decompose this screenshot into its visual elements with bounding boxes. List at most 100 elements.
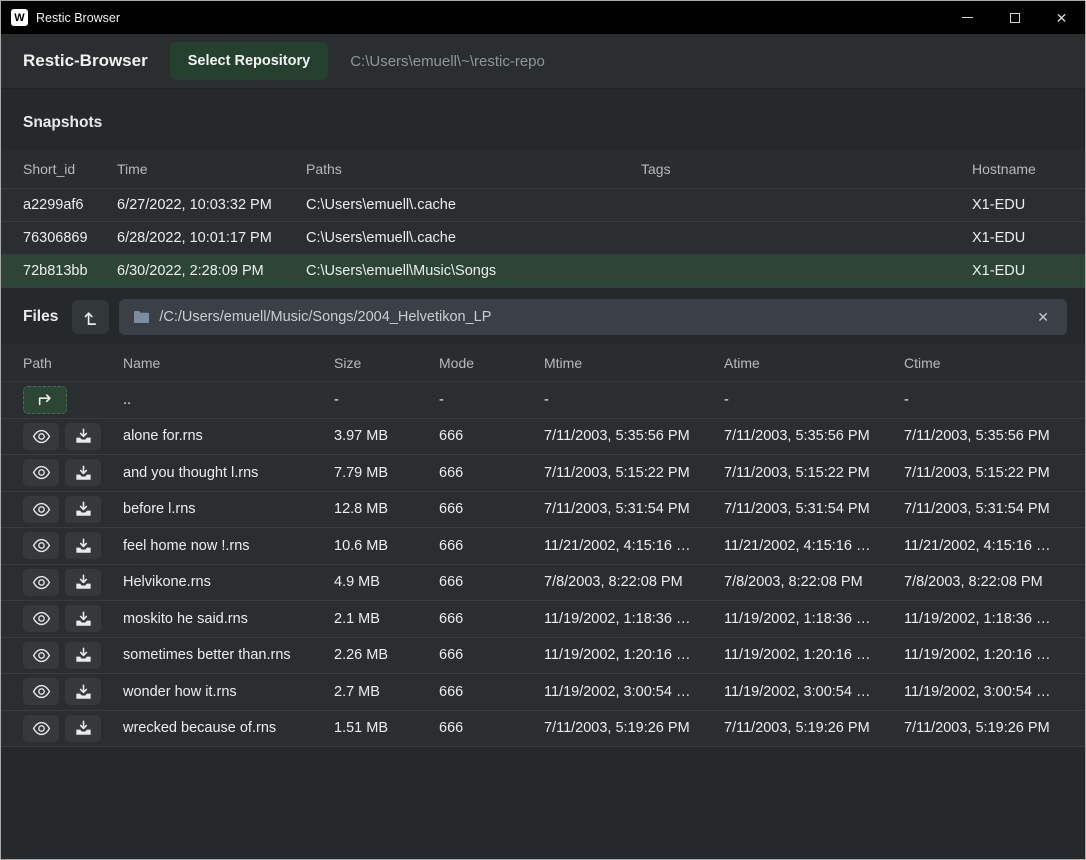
snapshot-row[interactable]: a2299af6 6/27/2022, 10:03:32 PM C:\Users… bbox=[1, 189, 1085, 222]
preview-file-button[interactable] bbox=[23, 678, 59, 705]
file-atime: - bbox=[724, 392, 904, 408]
preview-file-button[interactable] bbox=[23, 715, 59, 742]
download-icon bbox=[75, 720, 92, 736]
file-atime: 7/11/2003, 5:31:54 PM bbox=[724, 501, 904, 517]
files-table-header: Path Name Size Mode Mtime Atime Ctime bbox=[1, 344, 1085, 382]
column-header-name: Name bbox=[123, 355, 334, 371]
download-icon bbox=[75, 647, 92, 663]
file-mode: 666 bbox=[439, 684, 544, 700]
eye-icon bbox=[32, 684, 51, 699]
files-heading: Files bbox=[23, 308, 58, 326]
file-mtime: 7/8/2003, 8:22:08 PM bbox=[544, 574, 724, 590]
snapshot-hostname: X1-EDU bbox=[972, 263, 1063, 279]
file-row: wrecked because of.rns 1.51 MB 666 7/11/… bbox=[1, 711, 1085, 748]
download-file-button[interactable] bbox=[65, 642, 101, 669]
preview-file-button[interactable] bbox=[23, 459, 59, 486]
snapshot-hostname: X1-EDU bbox=[972, 197, 1063, 213]
file-row: alone for.rns 3.97 MB 666 7/11/2003, 5:3… bbox=[1, 419, 1085, 456]
file-size: 2.7 MB bbox=[334, 684, 439, 700]
column-header-size: Size bbox=[334, 355, 439, 371]
file-mtime: 11/21/2002, 4:15:16 … bbox=[544, 538, 724, 554]
file-row: moskito he said.rns 2.1 MB 666 11/19/200… bbox=[1, 601, 1085, 638]
maximize-icon bbox=[1010, 13, 1020, 23]
select-repository-button[interactable]: Select Repository bbox=[170, 42, 329, 80]
preview-file-button[interactable] bbox=[23, 423, 59, 450]
go-parent-directory-button[interactable] bbox=[23, 386, 67, 414]
file-name[interactable]: .. bbox=[123, 392, 334, 408]
eye-icon bbox=[32, 611, 51, 626]
file-mode: 666 bbox=[439, 611, 544, 627]
file-mtime: 7/11/2003, 5:19:26 PM bbox=[544, 720, 724, 736]
maximize-button[interactable] bbox=[991, 1, 1038, 34]
preview-file-button[interactable] bbox=[23, 642, 59, 669]
download-file-button[interactable] bbox=[65, 532, 101, 559]
snapshot-row[interactable]: 76306869 6/28/2022, 10:01:17 PM C:\Users… bbox=[1, 222, 1085, 255]
download-icon bbox=[75, 684, 92, 700]
snapshots-table-header: Short_id Time Paths Tags Hostname bbox=[1, 149, 1085, 189]
download-file-button[interactable] bbox=[65, 496, 101, 523]
file-atime: 7/11/2003, 5:35:56 PM bbox=[724, 428, 904, 444]
up-directory-button[interactable] bbox=[72, 300, 109, 334]
file-mtime: 7/11/2003, 5:35:56 PM bbox=[544, 428, 724, 444]
file-mtime: 7/11/2003, 5:31:54 PM bbox=[544, 501, 724, 517]
file-ctime: 7/11/2003, 5:35:56 PM bbox=[904, 428, 1063, 444]
file-ctime: 11/21/2002, 4:15:16 … bbox=[904, 538, 1063, 554]
file-path-input[interactable]: /C:/Users/emuell/Music/Songs/2004_Helvet… bbox=[119, 299, 1067, 335]
file-mtime: 7/11/2003, 5:15:22 PM bbox=[544, 465, 724, 481]
preview-file-button[interactable] bbox=[23, 569, 59, 596]
file-size: 2.1 MB bbox=[334, 611, 439, 627]
file-size: 10.6 MB bbox=[334, 538, 439, 554]
file-row: wonder how it.rns 2.7 MB 666 11/19/2002,… bbox=[1, 674, 1085, 711]
column-header-mode: Mode bbox=[439, 355, 544, 371]
files-table-body: alone for.rns 3.97 MB 666 7/11/2003, 5:3… bbox=[1, 419, 1085, 748]
file-atime: 7/11/2003, 5:19:26 PM bbox=[724, 720, 904, 736]
clear-path-icon[interactable]: ✕ bbox=[1033, 307, 1053, 328]
download-file-button[interactable] bbox=[65, 605, 101, 632]
file-name: wonder how it.rns bbox=[123, 684, 334, 700]
app-title: Restic-Browser bbox=[23, 51, 148, 71]
snapshot-paths: C:\Users\emuell\Music\Songs bbox=[306, 263, 641, 279]
close-button[interactable]: ✕ bbox=[1038, 1, 1085, 34]
minimize-button[interactable] bbox=[944, 1, 991, 34]
file-atime: 7/8/2003, 8:22:08 PM bbox=[724, 574, 904, 590]
download-file-button[interactable] bbox=[65, 459, 101, 486]
column-header-time: Time bbox=[117, 161, 306, 177]
file-mode: 666 bbox=[439, 720, 544, 736]
snapshot-paths: C:\Users\emuell\.cache bbox=[306, 197, 641, 213]
preview-file-button[interactable] bbox=[23, 605, 59, 632]
preview-file-button[interactable] bbox=[23, 532, 59, 559]
preview-file-button[interactable] bbox=[23, 496, 59, 523]
download-file-button[interactable] bbox=[65, 715, 101, 742]
parent-directory-arrow-icon bbox=[36, 392, 54, 408]
file-atime: 11/21/2002, 4:15:16 … bbox=[724, 538, 904, 554]
column-header-ctime: Ctime bbox=[904, 355, 1063, 371]
file-mtime: 11/19/2002, 3:00:54 … bbox=[544, 684, 724, 700]
column-header-atime: Atime bbox=[724, 355, 904, 371]
download-file-button[interactable] bbox=[65, 423, 101, 450]
file-ctime: 11/19/2002, 1:18:36 … bbox=[904, 611, 1063, 627]
snapshot-short-id: 76306869 bbox=[23, 230, 117, 246]
app-window: W Restic Browser ✕ Restic-Browser Select… bbox=[0, 0, 1086, 860]
file-row: Helvikone.rns 4.9 MB 666 7/8/2003, 8:22:… bbox=[1, 565, 1085, 602]
snapshot-short-id: a2299af6 bbox=[23, 197, 117, 213]
file-mode: 666 bbox=[439, 465, 544, 481]
snapshot-row-selected[interactable]: 72b813bb 6/30/2022, 2:28:09 PM C:\Users\… bbox=[1, 255, 1085, 288]
file-mode: 666 bbox=[439, 501, 544, 517]
column-header-path: Path bbox=[23, 355, 123, 371]
download-file-button[interactable] bbox=[65, 569, 101, 596]
titlebar: W Restic Browser ✕ bbox=[1, 1, 1085, 34]
eye-icon bbox=[32, 429, 51, 444]
download-file-button[interactable] bbox=[65, 678, 101, 705]
file-mtime: - bbox=[544, 392, 724, 408]
column-header-hostname: Hostname bbox=[972, 161, 1063, 177]
file-name: before l.rns bbox=[123, 501, 334, 517]
column-header-short-id: Short_id bbox=[23, 161, 117, 177]
file-size: 3.97 MB bbox=[334, 428, 439, 444]
file-ctime: 7/11/2003, 5:19:26 PM bbox=[904, 720, 1063, 736]
file-size: - bbox=[334, 392, 439, 408]
file-name: sometimes better than.rns bbox=[123, 647, 334, 663]
file-row: before l.rns 12.8 MB 666 7/11/2003, 5:31… bbox=[1, 492, 1085, 529]
file-name: and you thought l.rns bbox=[123, 465, 334, 481]
eye-icon bbox=[32, 465, 51, 480]
download-icon bbox=[75, 501, 92, 517]
